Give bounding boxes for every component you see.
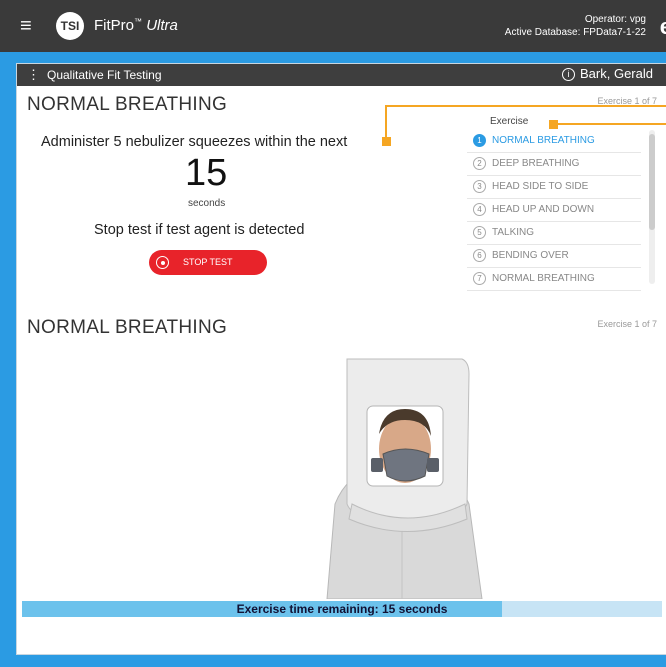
user-icon[interactable]: e [660,14,666,40]
respirator-wearer-illustration [326,358,483,599]
step-number-icon: 7 [473,272,486,285]
exercise-label: BENDING OVER [492,250,569,261]
app-header: ≡ TSI FitPro™ Ultra Operator: vpg Active… [0,0,666,52]
database-value: FPData7-1-22 [583,27,646,38]
brand-tm: ™ [134,17,143,26]
stop-test-button[interactable]: STOP TEST [149,250,267,275]
operator-label: Operator: [584,14,628,25]
subject-info[interactable]: i Bark, Gerald [562,66,653,81]
animation-progress: Exercise 1 of 7 [597,319,657,329]
stop-test-label: STOP TEST [183,257,233,267]
exercise-timer-bar: Exercise time remaining: 15 seconds [22,601,662,617]
stop-icon [156,256,169,269]
step-number-icon: 6 [473,249,486,262]
hamburger-menu-icon[interactable]: ≡ [20,16,32,36]
operator-info: Operator: vpg Active Database: FPData7-1… [505,13,646,39]
step-number-icon: 4 [473,203,486,216]
exercise-label: NORMAL BREATHING [492,273,595,284]
exercise-label: NORMAL BREATHING [492,135,595,146]
callout-marker [549,120,558,129]
exercise-list-item[interactable]: 1 NORMAL BREATHING [467,130,641,153]
step-number-icon: 5 [473,226,486,239]
warning-text: Stop test if test agent is detected [94,222,305,238]
exercise-list-item[interactable]: 6 BENDING OVER [467,245,641,268]
app-brand: FitPro™ Ultra [94,17,178,34]
exercise-heading: NORMAL BREATHING [27,94,228,115]
exercise-list-item[interactable]: 4 HEAD UP AND DOWN [467,199,641,222]
tsi-logo: TSI [56,12,84,40]
brand-name: FitPro [94,17,135,34]
exercise-list-item[interactable]: 5 TALKING [467,222,641,245]
callout-line [385,105,387,137]
countdown-value: 15 [185,152,228,194]
more-options-icon[interactable]: ⋮ [27,67,40,83]
window-titlebar: ⋮ Qualitative Fit Testing i Bark, Gerald [17,64,666,86]
exercise-list-panel: Exercise 1 NORMAL BREATHING 2 DEEP BREATHIN… [467,114,666,291]
timer-text: Exercise time remaining: 15 seconds [236,602,448,616]
scrollbar-thumb[interactable] [649,134,655,230]
exercise-list-scrollbar[interactable] [649,130,655,284]
brand-edition: Ultra [146,17,178,34]
exercise-list: 1 NORMAL BREATHING 2 DEEP BREATHING 3 HEAD SI… [467,130,641,291]
exercise-label: DEEP BREATHING [492,158,580,169]
callout-line [558,123,666,125]
step-number-icon: 2 [473,157,486,170]
exercise-label: HEAD SIDE TO SIDE [492,181,589,192]
exercise-list-item[interactable]: 7 NORMAL BREATHING [467,268,641,291]
exercise-list-header: Exercise [490,116,529,127]
step-number-icon: 3 [473,180,486,193]
countdown-units: seconds [188,198,226,209]
instruction-text: Administer 5 nebulizer squeezes within t… [41,134,348,150]
fit-test-window: ⋮ Qualitative Fit Testing i Bark, Gerald … [16,63,666,655]
exercise-label: TALKING [492,227,535,238]
database-label: Active Database: [504,27,581,38]
info-icon: i [562,68,576,81]
animation-heading: NORMAL BREATHING [27,317,228,338]
window-title: Qualitative Fit Testing [47,68,162,82]
exercise-label: HEAD UP AND DOWN [492,204,595,215]
exercise-list-item[interactable]: 3 HEAD SIDE TO SIDE [467,176,641,199]
subject-name: Bark, Gerald [580,66,653,81]
callout-marker [382,137,391,146]
callout-line [385,105,666,107]
exercise-list-item[interactable]: 2 DEEP BREATHING [467,153,641,176]
operator-value: vpg [629,14,646,25]
step-number-icon: 1 [473,134,486,147]
